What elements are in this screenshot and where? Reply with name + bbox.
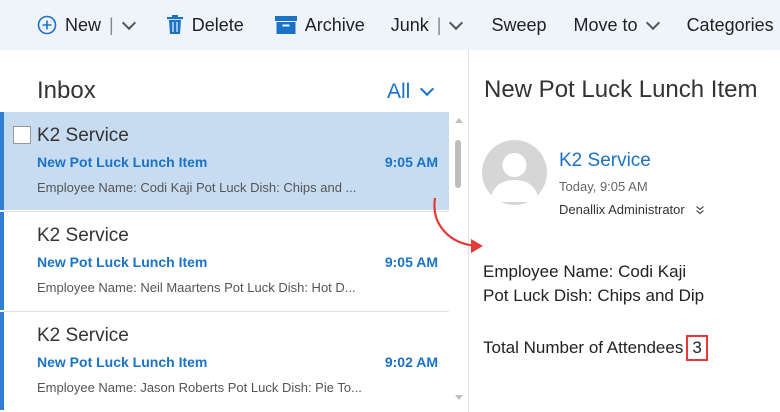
trash-icon (166, 15, 184, 35)
double-chevron-icon (695, 205, 705, 215)
command-bar: New | Delete Archive Junk | Sweep Move t… (0, 0, 780, 50)
item-subject: New Pot Luck Lunch Item (37, 354, 208, 370)
annotation-arrow (433, 197, 483, 253)
attendees-line: Total Number of Attendees 3 (483, 335, 708, 361)
separator: | (109, 14, 114, 35)
separator: | (436, 14, 442, 35)
chevron-down-icon (449, 15, 464, 30)
item-preview: Employee Name: Codi Kaji Pot Luck Dish: … (37, 180, 357, 195)
item-preview: Employee Name: Jason Roberts Pot Luck Di… (37, 380, 362, 395)
message-date: Today, 9:05 AM (559, 179, 648, 194)
list-item[interactable]: K2 Service New Pot Luck Lunch Item 9:02 … (0, 312, 449, 410)
move-to-button[interactable]: Move to (574, 0, 660, 50)
filter-dropdown[interactable]: All (387, 80, 435, 104)
delete-button[interactable]: Delete (166, 0, 244, 50)
chevron-down-icon (121, 15, 136, 30)
item-preview: Employee Name: Neil Maartens Pot Luck Di… (37, 280, 356, 295)
item-sender: K2 Service (37, 325, 129, 346)
select-checkbox[interactable] (13, 126, 31, 144)
item-time: 9:05 AM (384, 154, 438, 170)
plus-circle-icon (37, 15, 57, 35)
archive-label: Archive (304, 14, 365, 35)
delete-label: Delete (191, 14, 244, 35)
scrollbar-thumb[interactable] (455, 140, 461, 188)
scroll-down-arrow[interactable] (455, 395, 463, 400)
junk-button[interactable]: Junk (391, 0, 429, 50)
categories-label: Categories (686, 14, 774, 35)
folder-title: Inbox (37, 77, 96, 104)
chevron-down-icon (420, 81, 435, 97)
body-line: Pot Luck Dish: Chips and Dip (483, 286, 705, 305)
move-to-label: Move to (573, 14, 638, 35)
sweep-button[interactable]: Sweep (491, 0, 546, 50)
list-item[interactable]: K2 Service New Pot Luck Lunch Item 9:05 … (0, 112, 449, 210)
junk-dropdown-button[interactable] (447, 0, 464, 50)
item-subject: New Pot Luck Lunch Item (37, 254, 208, 270)
message-recipient[interactable]: Denallix Administrator (559, 202, 705, 217)
archive-icon (274, 16, 297, 34)
item-time: 9:02 AM (384, 354, 438, 370)
message-sender[interactable]: K2 Service (559, 150, 651, 172)
new-dropdown-button[interactable] (120, 0, 136, 50)
message-body: Employee Name: Codi Kaji Pot Luck Dish: … (483, 260, 704, 308)
sweep-label: Sweep (491, 14, 547, 35)
attendees-label: Total Number of Attendees (483, 338, 684, 357)
attendees-value-highlight: 3 (686, 335, 708, 361)
junk-label: Junk (390, 14, 429, 35)
body-line: Employee Name: Codi Kaji (483, 262, 687, 281)
new-button[interactable]: New (37, 0, 101, 50)
new-label: New (65, 14, 102, 35)
item-sender: K2 Service (37, 125, 129, 146)
archive-button[interactable]: Archive (274, 0, 365, 50)
filter-label: All (387, 80, 411, 103)
item-sender: K2 Service (37, 225, 129, 246)
chevron-down-icon (645, 15, 660, 30)
message-subject: New Pot Luck Lunch Item (484, 76, 758, 103)
scroll-up-arrow[interactable] (455, 118, 463, 123)
recipient-name: Denallix Administrator (559, 202, 685, 217)
list-item[interactable]: K2 Service New Pot Luck Lunch Item 9:05 … (0, 212, 449, 310)
categories-button[interactable]: Categories (687, 0, 780, 50)
item-subject: New Pot Luck Lunch Item (37, 154, 208, 170)
